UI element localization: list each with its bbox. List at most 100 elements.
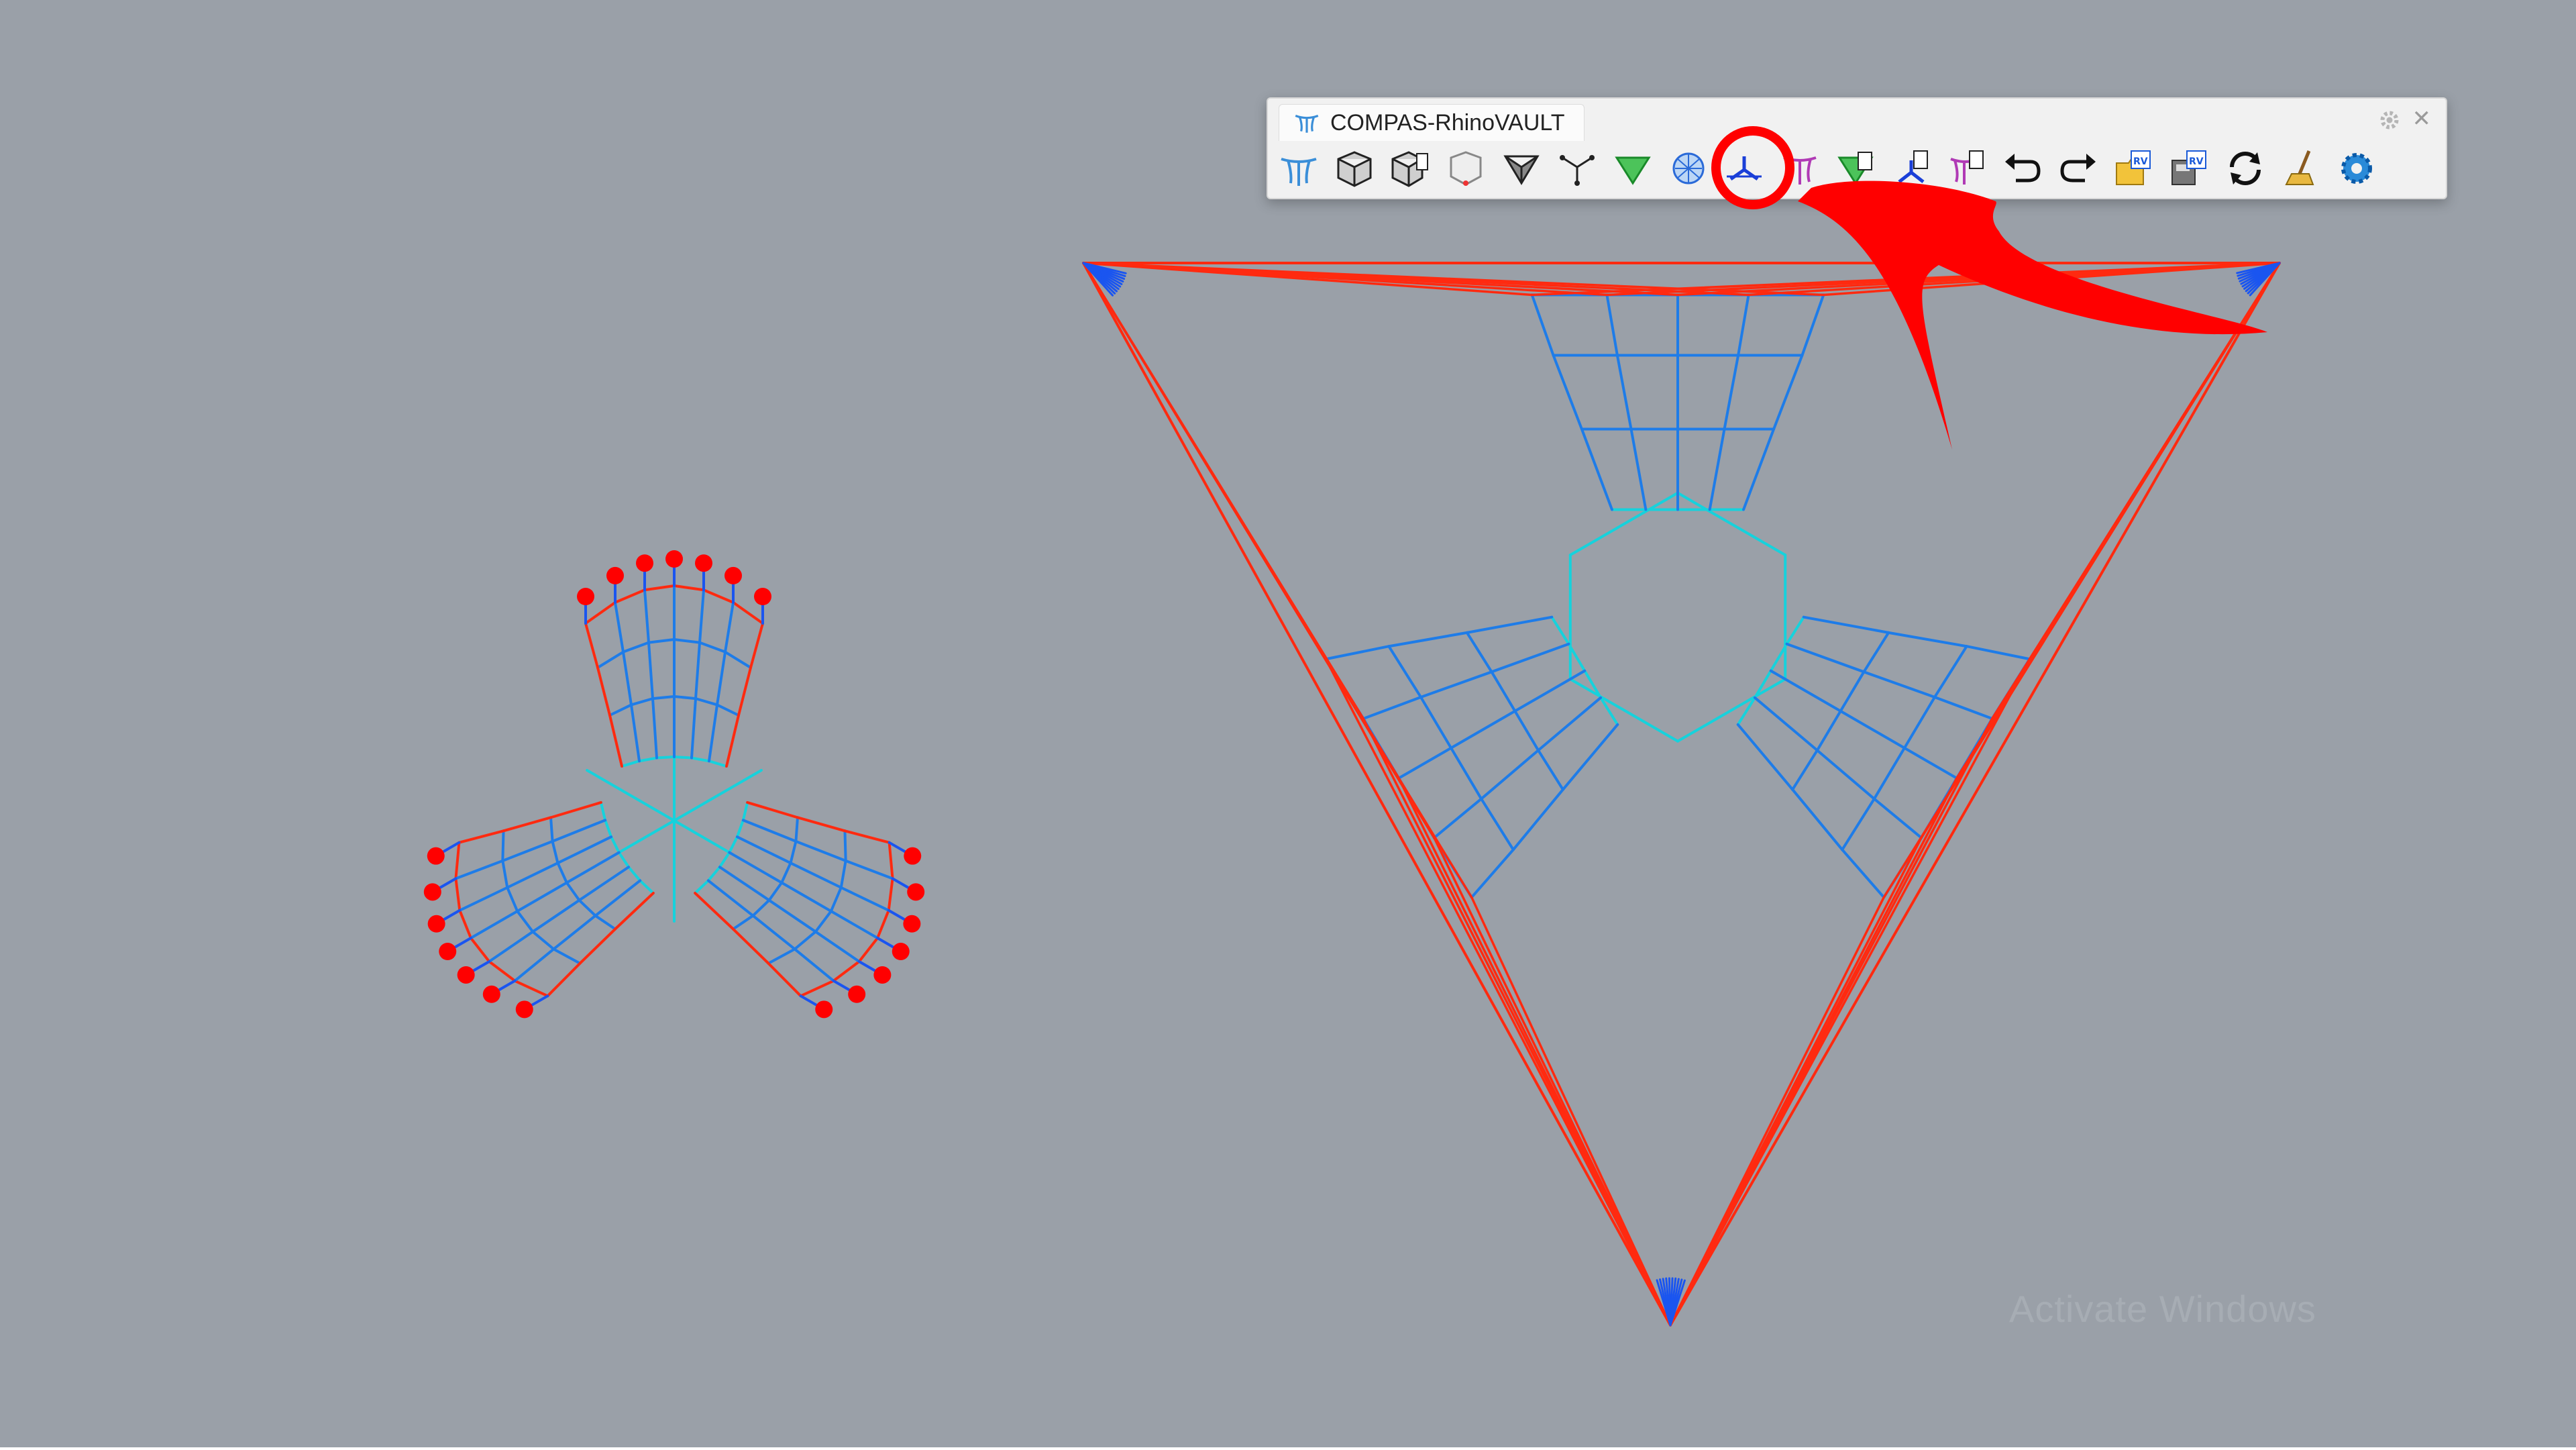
force-edge[interactable] bbox=[1465, 615, 1554, 634]
form-diagram-button[interactable] bbox=[1554, 144, 1600, 193]
force-edge[interactable] bbox=[1583, 669, 1603, 699]
form-edge[interactable] bbox=[458, 909, 472, 939]
form-edge[interactable] bbox=[647, 641, 654, 701]
form-edge[interactable] bbox=[584, 622, 599, 669]
force-edge[interactable] bbox=[1629, 427, 1648, 511]
force-edge[interactable] bbox=[1605, 293, 1619, 357]
gear-icon[interactable] bbox=[2377, 108, 2402, 132]
form-edge[interactable] bbox=[638, 756, 658, 763]
form-edge[interactable] bbox=[621, 760, 641, 768]
form-edge[interactable] bbox=[724, 650, 752, 669]
form-edge[interactable] bbox=[746, 800, 799, 819]
vertical-equilibrium-button[interactable] bbox=[1777, 144, 1823, 193]
force-edge[interactable] bbox=[1872, 797, 1923, 839]
form-edge[interactable] bbox=[737, 666, 752, 717]
form-edge[interactable] bbox=[698, 588, 705, 644]
form-edge[interactable] bbox=[690, 756, 710, 763]
form-edge[interactable] bbox=[643, 584, 676, 592]
form-edge[interactable] bbox=[814, 910, 833, 933]
support-vertex[interactable] bbox=[907, 883, 925, 901]
form-edge[interactable] bbox=[458, 829, 505, 844]
form-edge[interactable] bbox=[627, 866, 642, 882]
form-edge[interactable] bbox=[767, 881, 784, 902]
force-edge-outline[interactable] bbox=[1082, 262, 1672, 1327]
form-edge[interactable] bbox=[843, 829, 891, 844]
form-edge[interactable] bbox=[454, 859, 504, 880]
form-edge[interactable] bbox=[551, 839, 559, 865]
form-edge[interactable] bbox=[749, 622, 764, 669]
form-edge[interactable] bbox=[556, 862, 568, 884]
force-edge-boundary[interactable] bbox=[1882, 262, 2281, 899]
form-edge[interactable] bbox=[716, 650, 727, 707]
clear-button[interactable] bbox=[2278, 144, 2324, 193]
form-edge[interactable] bbox=[614, 601, 625, 654]
force-edge[interactable] bbox=[1550, 615, 1570, 645]
form-edge[interactable] bbox=[673, 638, 701, 644]
form-edge[interactable] bbox=[608, 714, 623, 768]
force-edge[interactable] bbox=[1450, 709, 1517, 749]
form-edge[interactable] bbox=[724, 601, 735, 654]
form-edge[interactable] bbox=[531, 898, 581, 933]
force-edge[interactable] bbox=[1902, 746, 1958, 780]
force-edge-boundary[interactable] bbox=[1082, 262, 1328, 660]
form-edge[interactable] bbox=[622, 650, 633, 707]
form-edge[interactable] bbox=[596, 666, 611, 717]
force-edge-boundary[interactable] bbox=[1669, 896, 1885, 1327]
form-edge[interactable] bbox=[751, 914, 796, 951]
force-edge[interactable] bbox=[1933, 695, 1994, 721]
force-edge[interactable] bbox=[1387, 645, 1423, 698]
form-edge[interactable] bbox=[728, 835, 739, 854]
form-edge[interactable] bbox=[796, 816, 847, 833]
force-edge[interactable] bbox=[1511, 788, 1564, 851]
force-edge[interactable] bbox=[1737, 293, 1750, 357]
force-edge[interactable] bbox=[1490, 670, 1517, 713]
force-edge[interactable] bbox=[1791, 749, 1819, 791]
force-edge[interactable] bbox=[1537, 696, 1603, 752]
form-edge[interactable] bbox=[655, 756, 676, 760]
form-edge[interactable] bbox=[630, 697, 654, 707]
form-edge-inner[interactable] bbox=[673, 769, 763, 822]
form-edge[interactable] bbox=[690, 697, 697, 760]
form-edge[interactable] bbox=[614, 588, 646, 604]
form-edge[interactable] bbox=[673, 584, 705, 592]
form-edge[interactable] bbox=[829, 910, 879, 939]
form-edge[interactable] bbox=[839, 859, 847, 889]
force-edge[interactable] bbox=[1552, 354, 1583, 431]
form-edge[interactable] bbox=[876, 909, 890, 939]
form-edge[interactable] bbox=[516, 910, 535, 933]
form-edge[interactable] bbox=[647, 638, 676, 644]
form-edge-inner[interactable] bbox=[617, 819, 676, 854]
form-edge[interactable] bbox=[506, 886, 519, 913]
modify-form-button[interactable] bbox=[1833, 144, 1878, 193]
form-edge[interactable] bbox=[516, 881, 568, 913]
force-edge[interactable] bbox=[1902, 695, 1936, 749]
form-edge[interactable] bbox=[596, 650, 625, 669]
form-edge[interactable] bbox=[552, 914, 597, 951]
form-edge[interactable] bbox=[488, 930, 535, 963]
force-edge[interactable] bbox=[1802, 615, 1890, 634]
force-edge[interactable] bbox=[1887, 631, 1968, 648]
form-edge[interactable] bbox=[794, 816, 799, 843]
force-edge[interactable] bbox=[1530, 293, 1555, 357]
support-vertex[interactable] bbox=[754, 588, 771, 605]
force-edge[interactable] bbox=[1839, 709, 1906, 749]
form-edge-inner[interactable] bbox=[673, 819, 731, 854]
form-edge[interactable] bbox=[513, 979, 549, 998]
form-edge[interactable] bbox=[502, 816, 553, 833]
form-edge[interactable] bbox=[716, 703, 740, 717]
form-edge[interactable] bbox=[793, 947, 835, 982]
form-edge[interactable] bbox=[469, 937, 491, 963]
support-vertex[interactable] bbox=[892, 943, 910, 960]
force-edge[interactable] bbox=[1815, 709, 1842, 752]
support-vertex[interactable] bbox=[636, 554, 653, 572]
form-edge[interactable] bbox=[622, 641, 650, 654]
support-vertex[interactable] bbox=[848, 985, 866, 1003]
form-edge[interactable] bbox=[578, 927, 617, 965]
force-edge-inner[interactable] bbox=[1568, 491, 1679, 557]
force-edge[interactable] bbox=[1785, 615, 1805, 645]
form-edge[interactable] bbox=[814, 930, 861, 963]
support-vertex[interactable] bbox=[873, 966, 892, 984]
form-edge[interactable] bbox=[731, 927, 770, 965]
form-edge[interactable] bbox=[578, 898, 597, 917]
force-edge[interactable] bbox=[1513, 669, 1587, 713]
